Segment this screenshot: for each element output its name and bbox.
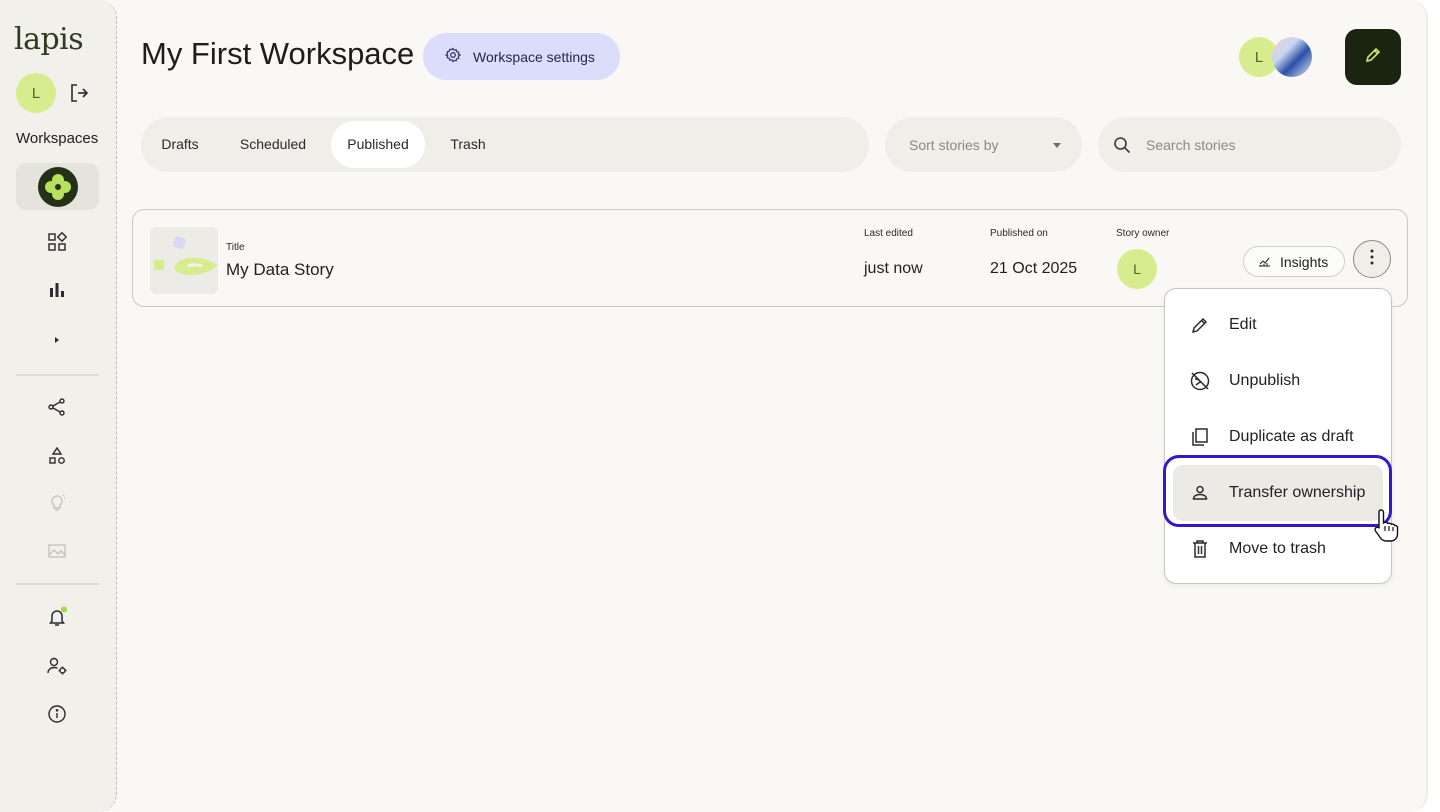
workspace-settings-label: Workspace settings xyxy=(473,48,595,65)
tab-drafts[interactable]: Drafts xyxy=(149,121,211,168)
search-icon xyxy=(1113,136,1131,159)
hand-cursor-icon xyxy=(1372,506,1404,546)
workspace-tile[interactable] xyxy=(16,163,99,210)
dashboard-icon[interactable] xyxy=(46,231,68,253)
info-icon[interactable] xyxy=(46,703,68,725)
bar-chart-icon[interactable] xyxy=(46,279,68,301)
tab-trash[interactable]: Trash xyxy=(439,121,497,168)
search-bar xyxy=(1098,117,1401,172)
story-title[interactable]: My Data Story xyxy=(226,260,334,280)
sort-placeholder: Sort stories by xyxy=(909,137,999,153)
story-tabs: Drafts Scheduled Published Trash xyxy=(141,117,869,172)
pencil-icon xyxy=(1364,46,1382,69)
shapes-icon[interactable] xyxy=(46,445,68,467)
insights-label: Insights xyxy=(1280,253,1329,270)
workspace-logo-icon xyxy=(37,166,78,207)
gear-icon xyxy=(444,47,462,66)
story-thumbnail xyxy=(150,227,218,294)
image-edit-icon[interactable] xyxy=(46,540,68,562)
pencil-icon xyxy=(1189,314,1211,336)
highlight-ring xyxy=(1163,455,1392,527)
insights-chart-icon xyxy=(1258,254,1271,270)
trash-icon xyxy=(1189,538,1211,560)
more-options-button[interactable] xyxy=(1353,240,1391,278)
user-settings-icon[interactable] xyxy=(46,655,68,677)
sidebar: lapis L Workspaces xyxy=(0,0,117,812)
menu-item-label: Edit xyxy=(1229,316,1257,333)
kebab-icon xyxy=(1370,249,1374,270)
member-photo-avatar[interactable] xyxy=(1272,37,1312,77)
last-edited-value: just now xyxy=(864,260,923,277)
last-edited-label: Last edited xyxy=(864,228,913,239)
app-logo[interactable]: lapis xyxy=(14,22,84,57)
published-on-value: 21 Oct 2025 xyxy=(990,260,1078,277)
unpublish-icon xyxy=(1189,370,1211,392)
expand-arrow-icon[interactable] xyxy=(46,329,68,351)
sidebar-divider xyxy=(16,583,99,585)
workspace-settings-button[interactable]: Workspace settings xyxy=(423,33,620,80)
story-owner-avatar: L xyxy=(1117,249,1157,289)
menu-item-label: Unpublish xyxy=(1229,372,1301,389)
tab-scheduled[interactable]: Scheduled xyxy=(225,121,321,168)
share-icon[interactable] xyxy=(46,396,68,418)
workspaces-label: Workspaces xyxy=(16,130,99,147)
menu-item-label: Move to trash xyxy=(1229,540,1326,557)
insights-button[interactable]: Insights xyxy=(1243,246,1345,277)
menu-item-label: Duplicate as draft xyxy=(1229,428,1354,445)
story-owner-label: Story owner xyxy=(1116,228,1170,239)
sidebar-divider xyxy=(16,374,99,376)
page-title: My First Workspace xyxy=(141,36,415,71)
sort-dropdown[interactable]: Sort stories by xyxy=(885,117,1082,172)
lightbulb-icon[interactable] xyxy=(46,492,68,514)
logout-icon[interactable] xyxy=(68,82,90,104)
bell-icon[interactable] xyxy=(46,606,68,628)
search-input[interactable] xyxy=(1144,133,1388,157)
menu-item-unpublish[interactable]: Unpublish xyxy=(1165,353,1391,409)
story-options-menu: Edit Unpublish Duplicate as draft Transf… xyxy=(1164,288,1392,584)
title-label: Title xyxy=(226,242,245,253)
new-story-button[interactable] xyxy=(1345,29,1401,85)
tab-published[interactable]: Published xyxy=(331,121,425,168)
user-avatar[interactable]: L xyxy=(16,73,56,113)
menu-item-move-to-trash[interactable]: Move to trash xyxy=(1165,521,1391,577)
copy-icon xyxy=(1189,426,1211,448)
caret-down-icon xyxy=(1053,143,1061,148)
published-on-label: Published on xyxy=(990,228,1048,239)
menu-item-edit[interactable]: Edit xyxy=(1165,297,1391,353)
